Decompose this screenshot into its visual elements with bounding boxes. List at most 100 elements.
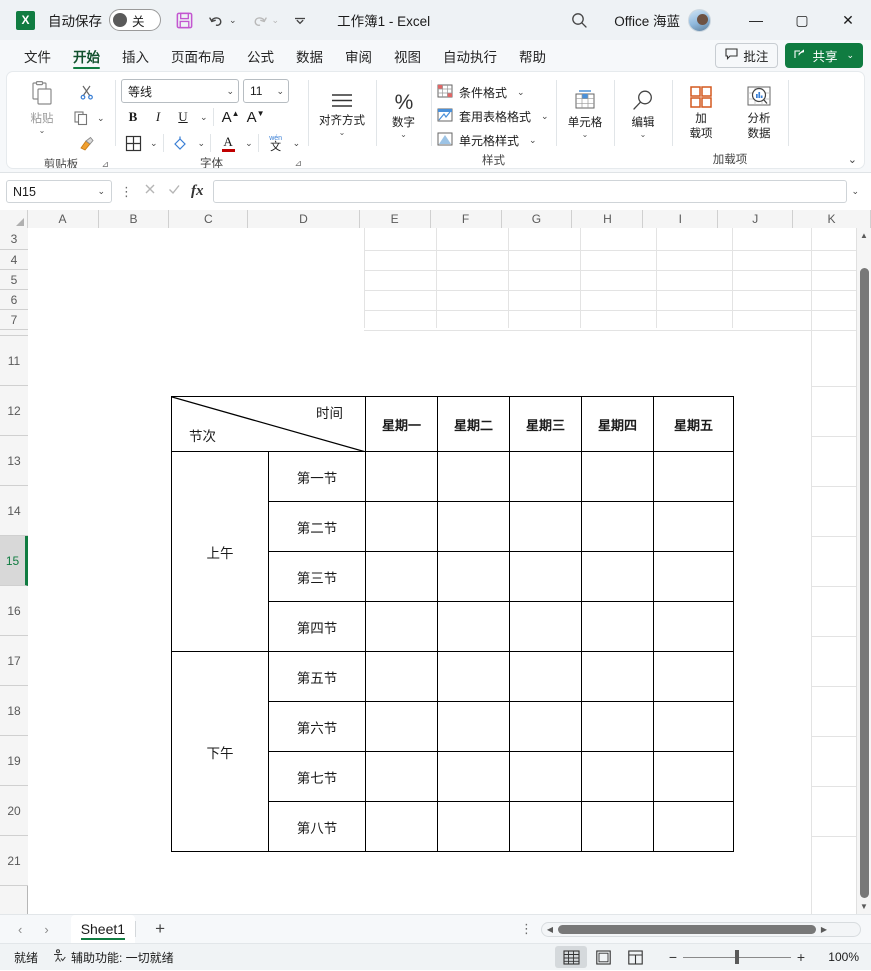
schedule-cell[interactable] [653, 701, 734, 752]
weekday-header-wed[interactable]: 星期三 [509, 396, 582, 452]
schedule-cell[interactable] [581, 651, 654, 702]
schedule-cell[interactable] [581, 751, 654, 802]
column-header-i[interactable]: I [643, 210, 719, 228]
schedule-cell[interactable] [581, 551, 654, 602]
borders-icon[interactable] [121, 131, 145, 155]
hscroll-right-icon[interactable]: ▶ [816, 925, 832, 934]
name-box-caret-icon[interactable]: ⌄ [97, 186, 105, 197]
schedule-cell[interactable] [365, 651, 438, 702]
tab-home[interactable]: 开始 [62, 46, 111, 70]
fill-color-icon[interactable] [169, 131, 193, 155]
tab-review[interactable]: 审阅 [334, 46, 383, 70]
cell-styles-caret-icon[interactable]: ⌄ [529, 135, 537, 146]
schedule-cell[interactable] [653, 501, 734, 552]
row-header-7[interactable]: 7 [0, 310, 28, 330]
editing-button[interactable]: 编辑 ⌄ [616, 86, 670, 139]
row-header-19[interactable]: 19 [0, 736, 28, 786]
period-label-3[interactable]: 第三节 [268, 551, 366, 602]
decrease-font-size-button[interactable]: A ▼ [244, 105, 268, 129]
font-dialog-launcher[interactable]: ⊿ [294, 158, 302, 168]
bold-button[interactable]: B [121, 105, 145, 129]
schedule-cell[interactable] [365, 551, 438, 602]
zoom-control[interactable]: − + [663, 949, 811, 965]
column-header-g[interactable]: G [501, 210, 573, 228]
get-addins-button[interactable]: 加 载项 [674, 82, 728, 141]
font-color-caret-icon[interactable]: ⌄ [245, 138, 253, 149]
fill-color-caret-icon[interactable]: ⌄ [198, 138, 206, 149]
zoom-slider-track[interactable] [683, 949, 791, 964]
avatar[interactable] [688, 8, 711, 32]
account-name[interactable]: Office 海蓝 [614, 10, 680, 30]
period-label-6[interactable]: 第六节 [268, 701, 366, 752]
schedule-cell[interactable] [653, 651, 734, 702]
cells-caret-icon[interactable]: ⌄ [582, 130, 589, 139]
hscroll-left-icon[interactable]: ◀ [542, 925, 558, 934]
row-header-4[interactable]: 4 [0, 250, 28, 270]
row-header-15[interactable]: 15 [0, 536, 28, 586]
customize-quick-access-icon[interactable] [293, 14, 307, 26]
maximize-button[interactable]: ▢ [779, 0, 825, 40]
cell-canvas[interactable]: 时间 节次 星期一 星期二 星期三 星期四 星期五 上午 第一节 第二节 第三节… [28, 228, 871, 914]
autosave-toggle[interactable]: 关 [109, 9, 161, 31]
paste-dropdown-caret-icon[interactable]: ⌄ [39, 126, 46, 135]
tab-insert[interactable]: 插入 [111, 46, 160, 70]
alignment-caret-icon[interactable]: ⌄ [339, 128, 346, 137]
column-header-f[interactable]: F [430, 210, 502, 228]
analyze-data-button[interactable]: 分析 数据 [732, 82, 786, 141]
undo-icon[interactable]: ⌄ [208, 13, 237, 28]
font-name-combobox[interactable]: 等线 ⌄ [121, 79, 239, 103]
page-layout-view-button[interactable] [587, 946, 619, 968]
increase-font-size-button[interactable]: A ▲ [219, 105, 243, 129]
schedule-cell[interactable] [365, 501, 438, 552]
row-header-6[interactable]: 6 [0, 290, 28, 310]
schedule-cell[interactable] [365, 801, 438, 852]
confirm-icon[interactable] [167, 182, 181, 201]
scroll-down-icon[interactable]: ▼ [857, 899, 871, 914]
insert-function-icon[interactable]: fx [191, 183, 204, 200]
tab-automate[interactable]: 自动执行 [432, 46, 508, 70]
undo-dropdown-caret-icon[interactable]: ⌄ [229, 15, 237, 26]
alignment-button[interactable]: 对齐方式 ⌄ [315, 88, 369, 137]
row-header-18[interactable]: 18 [0, 686, 28, 736]
horizontal-scrollbar[interactable]: ◀ ▶ [541, 921, 861, 937]
accessibility-status[interactable]: 辅助功能: 一切就绪 [52, 948, 174, 966]
schedule-cell[interactable] [581, 501, 654, 552]
format-as-table-button[interactable]: 套用表格格式 ⌄ [431, 104, 555, 128]
schedule-cell[interactable] [437, 451, 510, 502]
phonetic-guide-button[interactable]: wén 文 [264, 131, 288, 155]
row-header-5[interactable]: 5 [0, 270, 28, 290]
column-header-h[interactable]: H [572, 210, 644, 228]
horizontal-scroll-thumb[interactable] [558, 924, 816, 934]
column-header-a[interactable]: A [27, 210, 99, 228]
font-size-caret-icon[interactable]: ⌄ [276, 86, 284, 97]
minimize-button[interactable]: — [733, 0, 779, 40]
clipboard-dialog-launcher[interactable]: ⊿ [101, 159, 109, 168]
sheet-next-icon[interactable]: › [44, 922, 48, 937]
schedule-cell[interactable] [581, 701, 654, 752]
class-schedule-table[interactable]: 时间 节次 星期一 星期二 星期三 星期四 星期五 上午 第一节 第二节 第三节… [171, 396, 734, 852]
copy-dropdown-caret-icon[interactable]: ⌄ [97, 113, 105, 124]
schedule-cell[interactable] [509, 601, 582, 652]
schedule-cell[interactable] [653, 801, 734, 852]
page-break-view-button[interactable] [619, 946, 651, 968]
share-dropdown-caret-icon[interactable]: ⌄ [846, 50, 854, 61]
format-painter-button[interactable] [69, 132, 105, 156]
add-sheet-button[interactable]: + [136, 915, 184, 943]
row-header-13[interactable]: 13 [0, 436, 28, 486]
conditional-formatting-button[interactable]: 条件格式 ⌄ [431, 80, 531, 104]
row-header-14[interactable]: 14 [0, 486, 28, 536]
zoom-level-label[interactable]: 100% [811, 950, 859, 964]
tab-data[interactable]: 数据 [285, 46, 334, 70]
expand-formula-bar-caret-icon[interactable]: ⌄ [851, 186, 859, 197]
tab-formulas[interactable]: 公式 [236, 46, 285, 70]
schedule-cell[interactable] [437, 801, 510, 852]
schedule-cell[interactable] [653, 601, 734, 652]
weekday-header-mon[interactable]: 星期一 [365, 396, 438, 452]
zoom-out-button[interactable]: − [663, 949, 683, 965]
schedule-cell[interactable] [365, 701, 438, 752]
name-box[interactable]: N15 ⌄ [6, 180, 112, 203]
column-header-e[interactable]: E [359, 210, 431, 228]
section-label-afternoon[interactable]: 下午 [171, 651, 269, 852]
schedule-cell[interactable] [509, 501, 582, 552]
period-label-4[interactable]: 第四节 [268, 601, 366, 652]
